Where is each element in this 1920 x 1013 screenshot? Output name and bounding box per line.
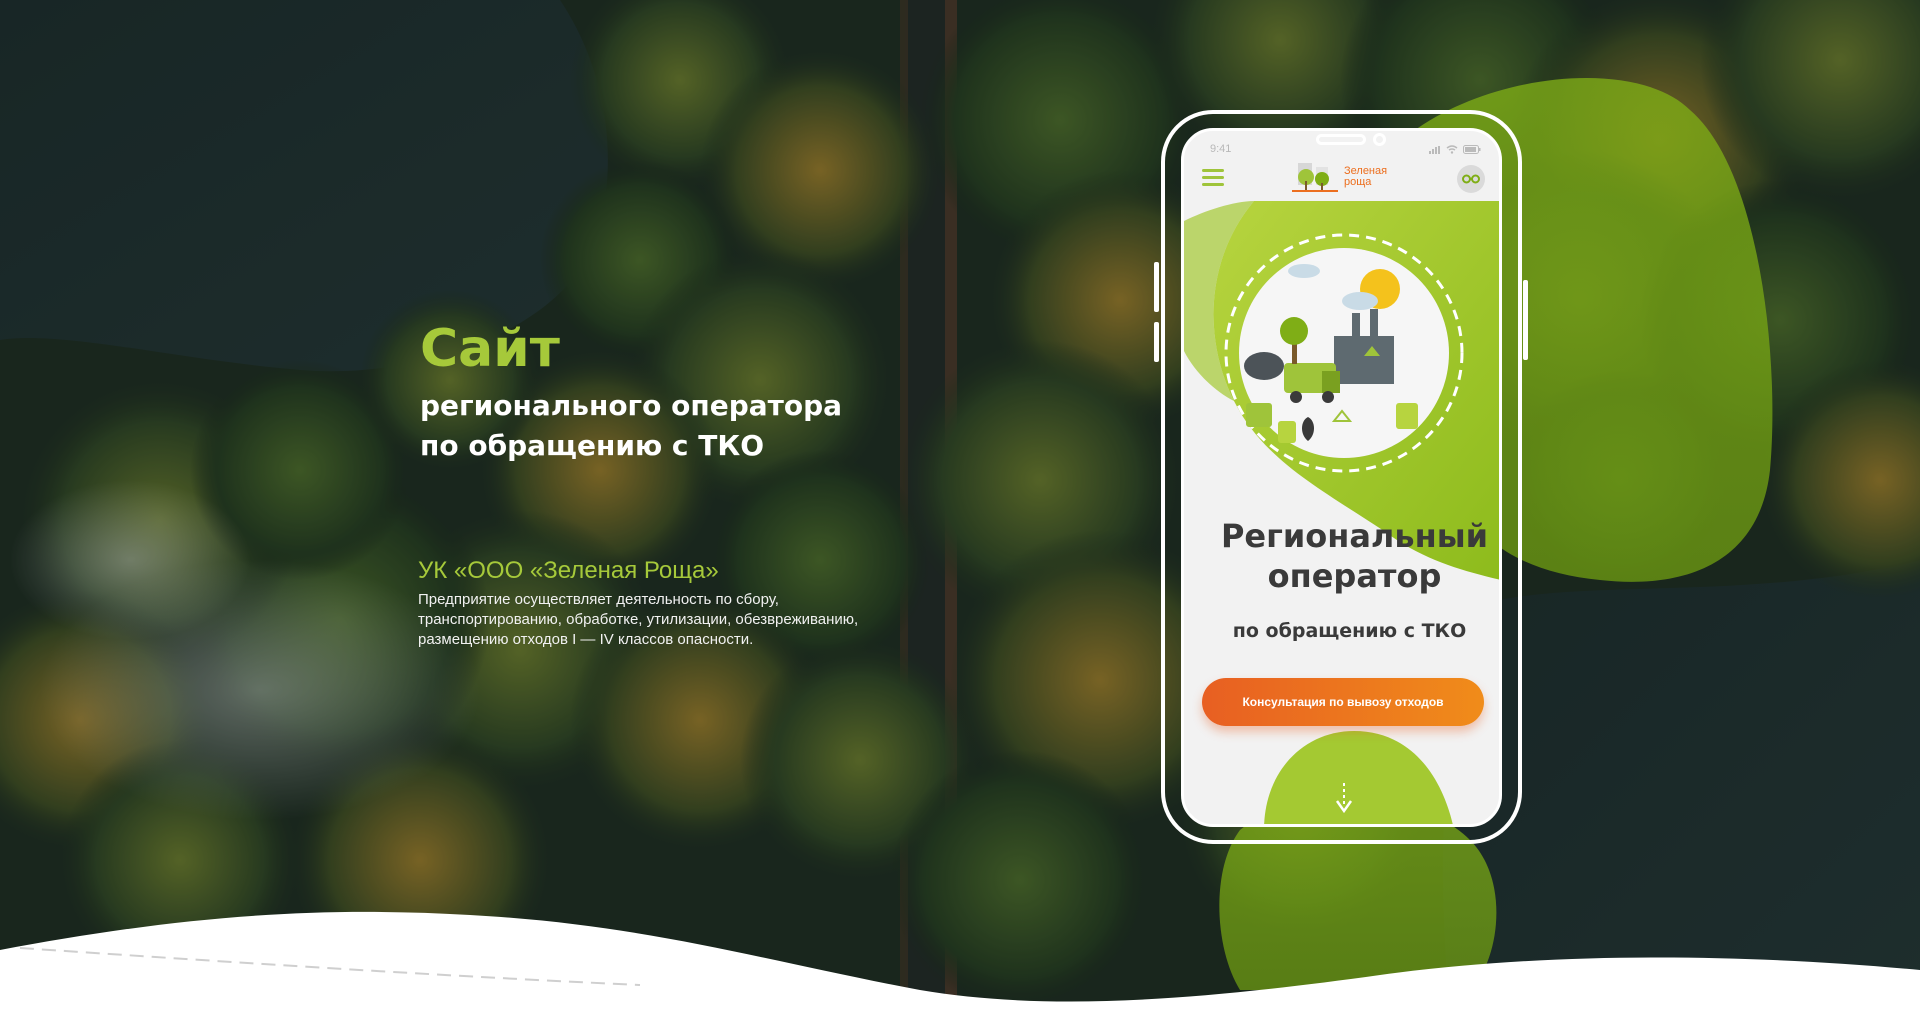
accessibility-button[interactable]	[1457, 165, 1485, 193]
phone-speaker	[1316, 134, 1366, 145]
logo[interactable]: Зеленая роща	[1292, 159, 1404, 195]
status-time: 9:41	[1210, 143, 1232, 155]
logo-line2: роща	[1344, 176, 1372, 188]
screen-title: Региональный оператор	[1184, 516, 1499, 596]
hero-block: Сайт регионального оператора по обращени…	[420, 318, 940, 466]
phone-side-button	[1154, 262, 1159, 312]
status-icons	[1429, 145, 1481, 154]
phone-camera	[1373, 133, 1386, 146]
app-header: Зеленая роща	[1184, 155, 1499, 205]
company-name: УК «ООО «Зеленая Роща»	[418, 557, 719, 584]
forest-background	[0, 0, 1920, 1013]
wifi-icon	[1446, 145, 1458, 154]
landing-page: Сайт регионального оператора по обращени…	[0, 0, 1920, 1013]
company-description: Предприятие осуществляет деятельность по…	[418, 591, 859, 648]
hero-subtitle: регионального оператора по обращению с Т…	[420, 386, 940, 466]
company-block: УК «ООО «Зеленая Роща» Предприятие осуще…	[418, 556, 938, 650]
green-grove-logo-icon	[1292, 163, 1338, 192]
hamburger-menu-icon[interactable]	[1202, 169, 1224, 189]
hero-subtitle-line2: по обращению с ТКО	[420, 429, 765, 462]
phone-screen: 9:41 Зеленая роща Региональный оператор …	[1181, 128, 1502, 827]
screen-title-line1: Региональный	[1220, 517, 1489, 555]
phone-power-button	[1523, 280, 1528, 360]
signal-icon	[1429, 145, 1440, 154]
hero-title: Сайт	[420, 319, 560, 379]
screen-subtitle: по обращению с ТКО	[1232, 620, 1467, 642]
battery-icon	[1463, 145, 1481, 154]
arrow-down-icon[interactable]	[1334, 781, 1354, 815]
consultation-button[interactable]: Консультация по вывозу отходов	[1202, 678, 1484, 726]
logo-text: Зеленая роща	[1344, 166, 1404, 188]
screen-title-line2: оператор	[1267, 557, 1442, 595]
hero-subtitle-line1: регионального оператора	[420, 389, 843, 422]
low-vision-glasses-icon	[1462, 174, 1480, 184]
phone-side-button	[1154, 322, 1159, 362]
